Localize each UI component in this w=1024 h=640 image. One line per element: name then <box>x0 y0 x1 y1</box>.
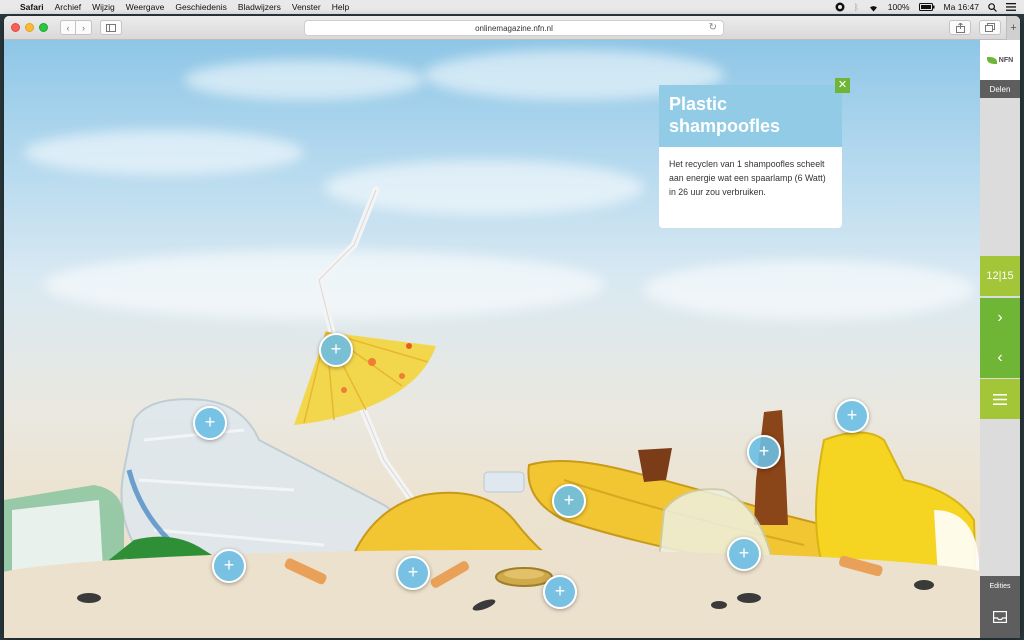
battery-percent: 100% <box>887 2 910 12</box>
menu-wijzig[interactable]: Wijzig <box>92 2 115 12</box>
bluetooth-icon[interactable]: ᛒ <box>854 2 859 12</box>
menu-bladwijzers[interactable]: Bladwijzers <box>238 2 281 12</box>
nfn-logo[interactable]: NFN <box>980 40 1020 80</box>
popup-title: Plastic shampoofles <box>659 85 842 147</box>
archive-button[interactable] <box>980 596 1020 638</box>
menu-archief[interactable]: Archief <box>55 2 81 12</box>
back-button[interactable]: ‹ <box>60 20 76 35</box>
hotspot-glass-jar[interactable]: + <box>727 537 761 571</box>
notification-center-icon[interactable] <box>1006 3 1016 11</box>
wifi-icon[interactable] <box>868 3 879 12</box>
close-icon[interactable]: ✕ <box>835 78 850 93</box>
reload-icon[interactable]: ↻ <box>709 22 717 33</box>
beach-litter-scene: + + + + + + + + + Plastic shampoofles He… <box>4 40 980 638</box>
hotspot-plastic-bottle[interactable]: + <box>193 406 227 440</box>
macos-menubar: Safari Archief Wijzig Weergave Geschiede… <box>0 0 1024 14</box>
page-indicator: 12|15 <box>980 256 1020 296</box>
show-tabs-button[interactable] <box>979 20 1001 35</box>
menu-help[interactable]: Help <box>332 2 349 12</box>
status-area: ᛒ 100% Ma 16:47 <box>835 2 1016 12</box>
next-page-button[interactable]: › <box>980 298 1020 338</box>
menu-venster[interactable]: Venster <box>292 2 321 12</box>
tabs-icon <box>985 23 995 32</box>
hotspot-green-bottle[interactable]: + <box>212 549 246 583</box>
hotspot-cigarette-butt[interactable]: + <box>396 556 430 590</box>
info-popup: Plastic shampoofles Het recyclen van 1 s… <box>659 78 850 228</box>
safari-window: ‹ › onlinemagazine.nfn.nl ↻ + + + + + + … <box>4 16 1020 638</box>
logo-text: NFN <box>998 56 1014 64</box>
url-text: onlinemagazine.nfn.nl <box>475 23 553 33</box>
new-tab-button[interactable]: + <box>1006 16 1020 40</box>
hamburger-icon <box>993 393 1007 405</box>
battery-icon[interactable] <box>918 3 935 11</box>
close-window-button[interactable] <box>11 23 20 32</box>
sidebar-icon <box>106 23 116 32</box>
chevron-right-icon: › <box>997 309 1003 326</box>
history-nav: ‹ › <box>60 20 92 35</box>
chevron-left-icon: ‹ <box>997 349 1003 366</box>
plus-icon: + <box>1010 22 1017 34</box>
chevron-left-icon: ‹ <box>66 22 70 33</box>
share-icon <box>955 22 965 33</box>
chevron-right-icon: › <box>82 22 85 33</box>
leaf-icon <box>986 56 997 64</box>
hotspot-cocktail-umbrella[interactable]: + <box>319 333 353 367</box>
address-bar[interactable]: onlinemagazine.nfn.nl ↻ <box>304 20 724 36</box>
sidebar-toggle-button[interactable] <box>100 20 122 35</box>
magazine-page: + + + + + + + + + Plastic shampoofles He… <box>4 40 1020 638</box>
hotspot-banana-peel[interactable]: + <box>552 484 586 518</box>
menu-button[interactable] <box>980 379 1020 419</box>
browser-toolbar: ‹ › onlinemagazine.nfn.nl ↻ + <box>4 16 1020 40</box>
minimize-window-button[interactable] <box>25 23 34 32</box>
editions-button[interactable]: Edities <box>980 576 1020 596</box>
hotspot-yellow-bucket[interactable]: + <box>835 399 869 433</box>
menu-geschiedenis[interactable]: Geschiedenis <box>175 2 227 12</box>
popup-body: Het recyclen van 1 shampoofles scheelt a… <box>659 147 842 228</box>
inbox-icon <box>993 611 1007 623</box>
share-menu-button[interactable]: Delen <box>980 80 1020 98</box>
hotspot-broken-glass[interactable]: + <box>747 435 781 469</box>
forward-button[interactable]: › <box>76 20 92 35</box>
menu-safari[interactable]: Safari <box>20 2 44 12</box>
share-button[interactable] <box>949 20 971 35</box>
magazine-sidebar: NFN Delen 12|15 › ‹ Edities <box>980 40 1020 638</box>
window-controls <box>11 23 48 32</box>
previous-page-button[interactable]: ‹ <box>980 338 1020 378</box>
menu-weergave[interactable]: Weergave <box>126 2 165 12</box>
zoom-window-button[interactable] <box>39 23 48 32</box>
record-icon[interactable] <box>835 2 845 12</box>
clock[interactable]: Ma 16:47 <box>944 2 979 12</box>
hotspot-bottle-cap[interactable]: + <box>543 575 577 609</box>
spotlight-icon[interactable] <box>988 2 997 12</box>
